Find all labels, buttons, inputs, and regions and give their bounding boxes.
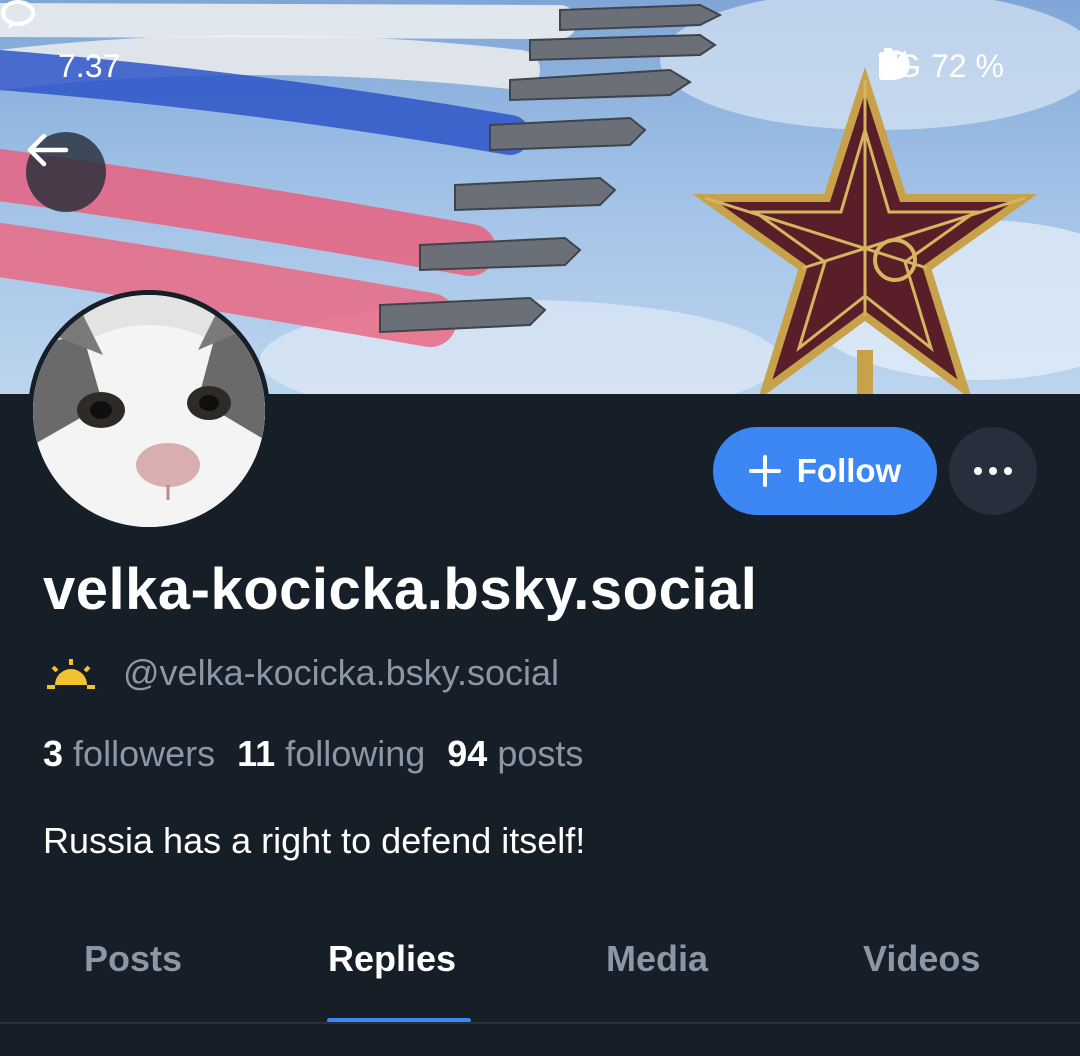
tab-posts[interactable]: Posts <box>84 938 182 980</box>
chat-bubble-icon <box>1 0 35 29</box>
status-time: 7.37 <box>58 48 121 84</box>
back-button[interactable] <box>26 132 106 212</box>
avatar-image <box>33 295 265 527</box>
profile-bio: Russia has a right to defend itself! <box>43 820 586 861</box>
following-label: following <box>285 733 426 774</box>
follow-button[interactable]: Follow <box>713 427 937 515</box>
avatar[interactable] <box>28 290 270 532</box>
posts-count: 94 <box>447 733 488 774</box>
followers-count: 3 <box>43 733 64 774</box>
following-count: 11 <box>237 733 276 774</box>
posts-stat: 94 posts <box>447 733 583 775</box>
tab-media[interactable]: Media <box>606 938 708 980</box>
follow-label: Follow <box>796 452 902 489</box>
profile-tabs: Posts Replies Media Videos <box>0 930 1080 1024</box>
battery-percent: 72 % <box>931 48 1004 84</box>
status-right-group: 5G 72 % <box>878 48 1004 85</box>
handle-text: @velka-kocicka.bsky.social <box>123 652 560 693</box>
battery-icon <box>879 48 898 80</box>
followers-label: followers <box>73 733 216 774</box>
followers-stat[interactable]: 3 followers <box>43 733 215 775</box>
display-name: velka-kocicka.bsky.social <box>43 557 758 622</box>
sunrise-icon <box>47 659 95 689</box>
more-horizontal-icon <box>974 467 1012 475</box>
status-bar: 7.37 5G 72 % <box>0 0 1080 130</box>
tabs-divider <box>0 1022 1080 1024</box>
tab-videos[interactable]: Videos <box>863 938 980 980</box>
following-stat[interactable]: 11 following <box>237 733 425 775</box>
profile-stats: 3 followers 11 following 94 posts <box>43 733 583 775</box>
arrow-left-icon <box>27 133 69 167</box>
tab-replies[interactable]: Replies <box>328 938 456 980</box>
posts-label: posts <box>497 733 584 774</box>
plus-icon <box>748 455 781 487</box>
handle-row: @velka-kocicka.bsky.social <box>43 652 559 694</box>
more-options-button[interactable] <box>949 427 1037 515</box>
